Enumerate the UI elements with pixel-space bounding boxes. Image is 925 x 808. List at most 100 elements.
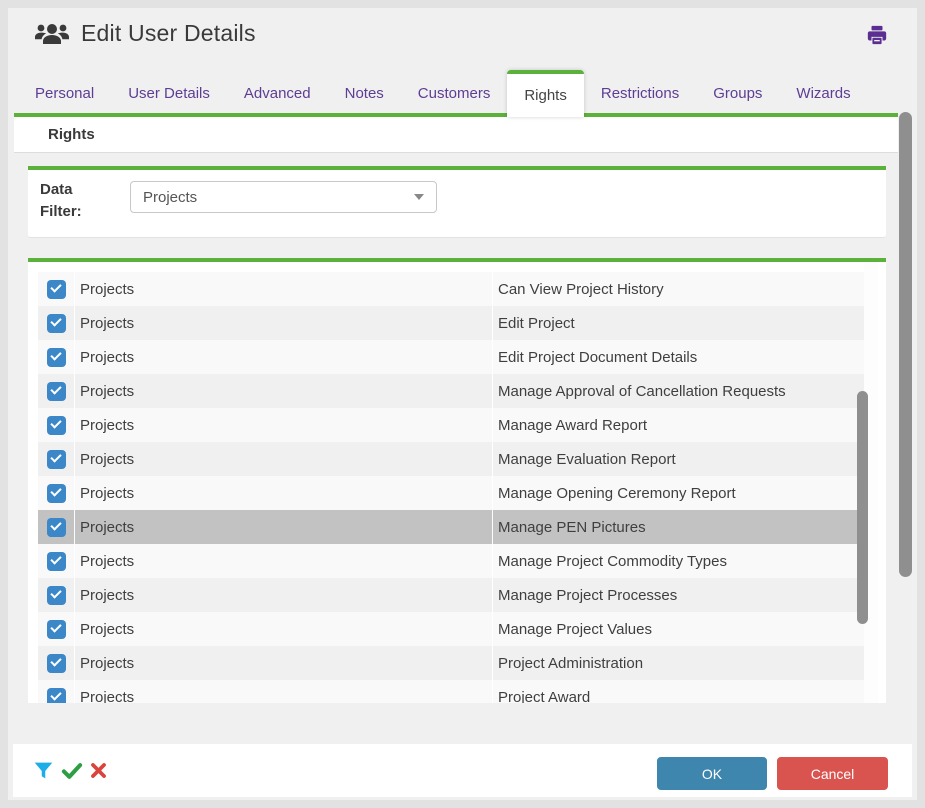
- rights-row[interactable]: ProjectsEdit Project: [38, 306, 864, 340]
- footer-bar: OK Cancel: [13, 744, 912, 797]
- ok-button[interactable]: OK: [657, 757, 767, 790]
- checkbox-checked[interactable]: [47, 518, 66, 537]
- row-checkbox-cell: [38, 340, 75, 374]
- row-category: Projects: [75, 272, 493, 306]
- users-icon: [35, 21, 69, 47]
- dialog-header: Edit User Details: [35, 20, 256, 47]
- check-icon: [50, 281, 61, 292]
- tab-notes[interactable]: Notes: [328, 85, 401, 102]
- row-right-name: Project Administration: [493, 646, 864, 680]
- tab-bar: PersonalUser DetailsAdvancedNotesCustome…: [18, 70, 868, 117]
- rights-row[interactable]: ProjectsProject Administration: [38, 646, 864, 680]
- check-icon: [50, 553, 61, 564]
- checkbox-checked[interactable]: [47, 314, 66, 333]
- checkbox-checked[interactable]: [47, 280, 66, 299]
- footer-icons: [33, 744, 107, 797]
- rights-row[interactable]: ProjectsManage Evaluation Report: [38, 442, 864, 476]
- row-right-name: Manage PEN Pictures: [493, 510, 864, 544]
- row-checkbox-cell: [38, 476, 75, 510]
- checkbox-checked[interactable]: [47, 620, 66, 639]
- rights-row[interactable]: ProjectsManage Award Report: [38, 408, 864, 442]
- row-checkbox-cell: [38, 680, 75, 703]
- rights-row[interactable]: ProjectsProject Award: [38, 680, 864, 703]
- rights-row[interactable]: ProjectsManage Opening Ceremony Report: [38, 476, 864, 510]
- tab-wizards[interactable]: Wizards: [779, 85, 867, 102]
- filter-funnel-icon[interactable]: [33, 760, 54, 781]
- row-right-name: Can View Project History: [493, 272, 864, 306]
- row-right-name: Manage Project Commodity Types: [493, 544, 864, 578]
- data-filter-select[interactable]: Projects: [130, 181, 437, 213]
- row-category: Projects: [75, 646, 493, 680]
- check-icon: [50, 451, 61, 462]
- rights-row[interactable]: ProjectsCan View Project History: [38, 272, 864, 306]
- check-icon: [50, 315, 61, 326]
- checkbox-checked[interactable]: [47, 348, 66, 367]
- row-right-name: Manage Opening Ceremony Report: [493, 476, 864, 510]
- check-icon: [50, 519, 61, 530]
- checkbox-checked[interactable]: [47, 382, 66, 401]
- rights-row[interactable]: ProjectsManage PEN Pictures: [38, 510, 864, 544]
- rights-list-panel: ProjectsCan View Project HistoryProjects…: [28, 258, 886, 703]
- row-category: Projects: [75, 442, 493, 476]
- row-right-name: Edit Project Document Details: [493, 340, 864, 374]
- row-checkbox-cell: [38, 374, 75, 408]
- data-filter-panel: Data Filter: Projects: [28, 166, 886, 238]
- data-filter-label: Data Filter:: [40, 179, 110, 223]
- check-icon: [50, 417, 61, 428]
- rights-rows: ProjectsCan View Project HistoryProjects…: [38, 272, 864, 703]
- list-scrollbar-track[interactable]: [864, 262, 878, 703]
- rights-row[interactable]: ProjectsEdit Project Document Details: [38, 340, 864, 374]
- row-category: Projects: [75, 408, 493, 442]
- rights-row[interactable]: ProjectsManage Project Commodity Types: [38, 544, 864, 578]
- row-checkbox-cell: [38, 442, 75, 476]
- check-icon: [50, 485, 61, 496]
- rights-row[interactable]: ProjectsManage Project Values: [38, 612, 864, 646]
- checkbox-checked[interactable]: [47, 688, 66, 704]
- tab-advanced[interactable]: Advanced: [227, 85, 328, 102]
- row-category: Projects: [75, 340, 493, 374]
- list-scrollbar-thumb[interactable]: [857, 391, 868, 624]
- tab-personal[interactable]: Personal: [18, 85, 111, 102]
- row-checkbox-cell: [38, 612, 75, 646]
- tab-customers[interactable]: Customers: [401, 85, 508, 102]
- check-icon: [50, 621, 61, 632]
- rights-row[interactable]: ProjectsManage Approval of Cancellation …: [38, 374, 864, 408]
- row-checkbox-cell: [38, 306, 75, 340]
- row-category: Projects: [75, 306, 493, 340]
- row-right-name: Project Award: [493, 680, 864, 703]
- rights-row[interactable]: ProjectsManage Project Processes: [38, 578, 864, 612]
- checkbox-checked[interactable]: [47, 552, 66, 571]
- row-checkbox-cell: [38, 544, 75, 578]
- cancel-button[interactable]: Cancel: [777, 757, 888, 790]
- tab-rights[interactable]: Rights: [507, 70, 584, 117]
- row-right-name: Edit Project: [493, 306, 864, 340]
- row-right-name: Manage Evaluation Report: [493, 442, 864, 476]
- row-checkbox-cell: [38, 408, 75, 442]
- row-checkbox-cell: [38, 272, 75, 306]
- row-right-name: Manage Approval of Cancellation Requests: [493, 374, 864, 408]
- row-category: Projects: [75, 544, 493, 578]
- row-category: Projects: [75, 476, 493, 510]
- check-icon: [50, 587, 61, 598]
- data-filter-selected-value: Projects: [143, 189, 414, 206]
- checkbox-checked[interactable]: [47, 484, 66, 503]
- row-category: Projects: [75, 578, 493, 612]
- cross-icon[interactable]: [90, 762, 107, 779]
- checkbox-checked[interactable]: [47, 416, 66, 435]
- tab-groups[interactable]: Groups: [696, 85, 779, 102]
- checkbox-checked[interactable]: [47, 586, 66, 605]
- chevron-down-icon: [414, 194, 424, 200]
- row-right-name: Manage Project Values: [493, 612, 864, 646]
- check-icon: [50, 383, 61, 394]
- checkbox-checked[interactable]: [47, 654, 66, 673]
- check-icon: [50, 349, 61, 360]
- row-checkbox-cell: [38, 646, 75, 680]
- printer-icon[interactable]: [866, 24, 888, 46]
- row-checkbox-cell: [38, 510, 75, 544]
- tab-restrictions[interactable]: Restrictions: [584, 85, 696, 102]
- checkbox-checked[interactable]: [47, 450, 66, 469]
- row-category: Projects: [75, 680, 493, 703]
- check-icon[interactable]: [61, 762, 83, 780]
- tab-user-details[interactable]: User Details: [111, 85, 227, 102]
- window-scrollbar-thumb[interactable]: [899, 112, 912, 577]
